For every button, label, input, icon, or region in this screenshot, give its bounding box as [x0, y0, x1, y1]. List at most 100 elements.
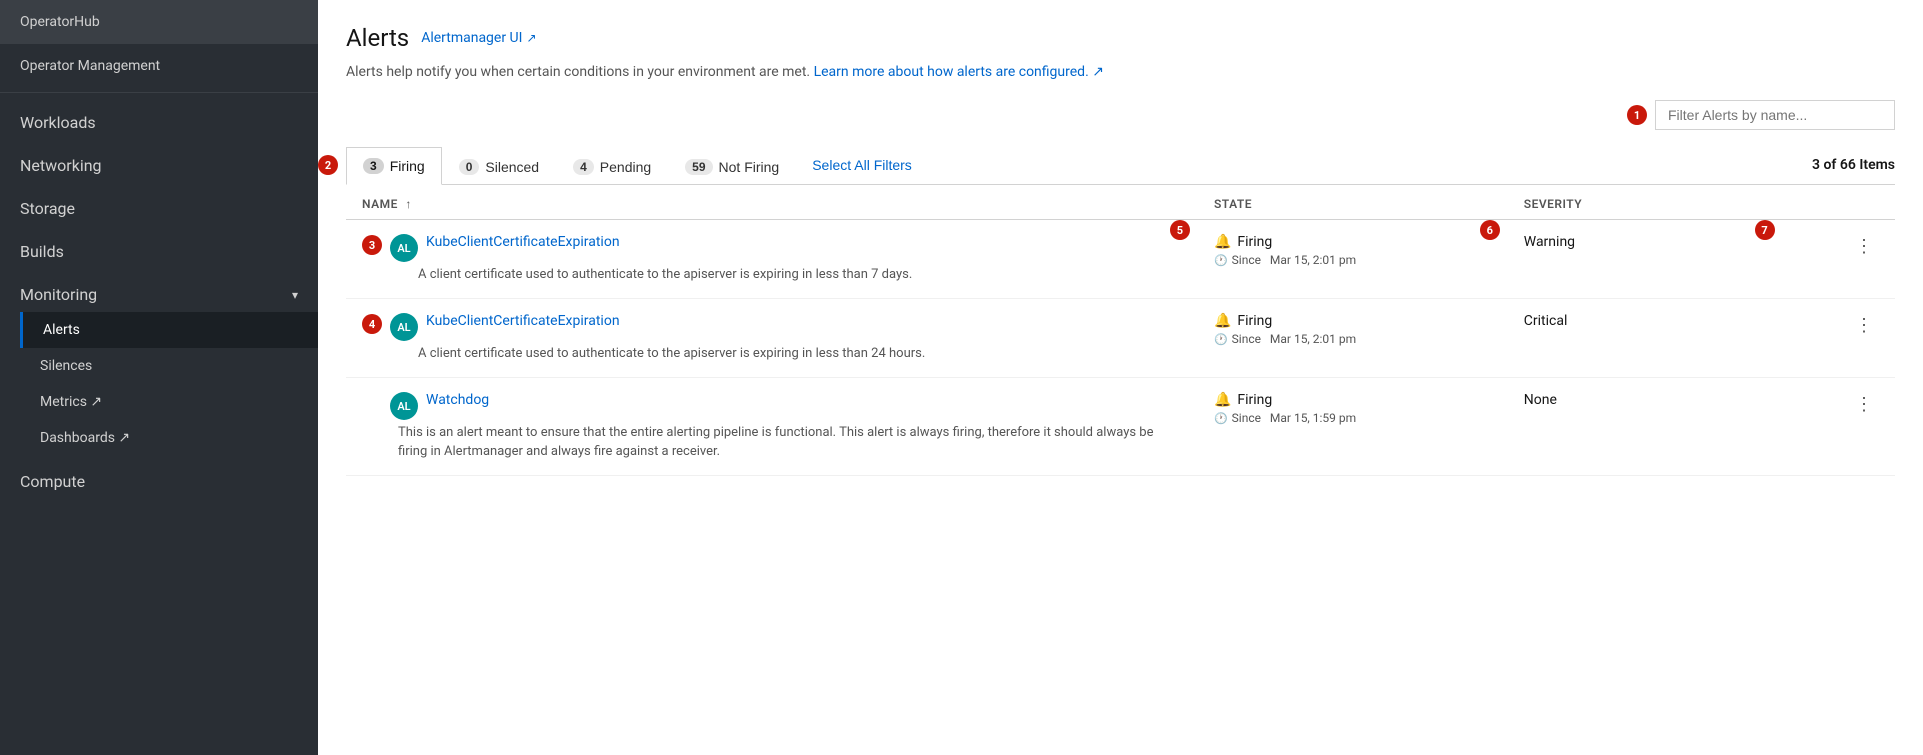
action-badge-0: 7: [1755, 220, 1775, 240]
sidebar-item-operatorhub[interactable]: OperatorHub: [0, 0, 318, 44]
since-text: Since Mar 15, 1:59 pm: [1232, 411, 1357, 425]
page-title: Alerts: [346, 24, 409, 52]
alert-row-header: 3 AL KubeClientCertificateExpiration: [362, 234, 1182, 262]
alert-description: A client certificate used to authenticat…: [362, 266, 1182, 284]
state-badge-0: 5: [1170, 220, 1190, 240]
state-since: 🕐 Since Mar 15, 2:01 pm: [1214, 332, 1492, 346]
bell-icon: 🔔: [1214, 313, 1231, 329]
page-header: Alerts Alertmanager UI ↗: [346, 24, 1895, 52]
sidebar-section-label: Workloads: [20, 113, 96, 132]
tab-silenced-label: Silenced: [485, 159, 539, 175]
sidebar-item-silences[interactable]: Silences: [20, 348, 318, 384]
tab-pending-label: Pending: [600, 159, 651, 175]
tabs-row: 2 3 Firing 0 Silenced 4 Pending 59 Not F…: [346, 146, 1895, 185]
description-link-text: Learn more about how alerts are configur…: [814, 64, 1089, 80]
state-badge-label: 🔔 Firing: [1214, 313, 1492, 329]
description-link[interactable]: Learn more about how alerts are configur…: [814, 64, 1104, 80]
main-content: Alerts Alertmanager UI ↗ Alerts help not…: [318, 0, 1923, 755]
kebab-menu-button[interactable]: ⋮: [1849, 313, 1879, 338]
alert-name-link[interactable]: Watchdog: [426, 392, 489, 408]
tab-firing[interactable]: 3 Firing: [346, 147, 442, 185]
sidebar-item-alerts[interactable]: Alerts: [20, 312, 318, 348]
alert-description: This is an alert meant to ensure that th…: [362, 424, 1182, 460]
alert-name-cell: AL Watchdog This is an alert meant to en…: [346, 378, 1198, 475]
kebab-menu-button[interactable]: ⋮: [1849, 234, 1879, 259]
sidebar-divider: [0, 92, 318, 93]
sort-ascending-icon[interactable]: ↑: [405, 197, 412, 211]
severity-text: Warning: [1524, 234, 1575, 250]
alert-severity-cell: None: [1508, 378, 1787, 475]
alert-row-header: 4 AL KubeClientCertificateExpiration: [362, 313, 1182, 341]
tab-firing-label: Firing: [390, 158, 425, 174]
filter-badge: 1: [1627, 105, 1647, 125]
tab-not-firing[interactable]: 59 Not Firing: [668, 148, 796, 185]
state-since: 🕐 Since Mar 15, 1:59 pm: [1214, 411, 1492, 425]
content-area: Alerts Alertmanager UI ↗ Alerts help not…: [318, 0, 1923, 755]
since-text: Since Mar 15, 2:01 pm: [1232, 332, 1357, 346]
tab-pending-count: 4: [573, 159, 594, 175]
sidebar-section-builds[interactable]: Builds: [0, 226, 318, 269]
clock-icon: 🕐: [1214, 333, 1228, 346]
alert-avatar: AL: [390, 392, 418, 420]
state-since: 🕐 Since Mar 15, 2:01 pm: [1214, 253, 1492, 267]
search-input[interactable]: [1655, 100, 1895, 130]
clock-icon: 🕐: [1214, 254, 1228, 267]
alert-row-header: AL Watchdog: [362, 392, 1182, 420]
bell-icon: 🔔: [1214, 392, 1231, 408]
alert-avatar: AL: [390, 313, 418, 341]
alert-name-cell: 3 AL KubeClientCertificateExpiration A c…: [346, 220, 1198, 299]
alertmanager-ui-link-text: Alertmanager UI: [421, 30, 522, 46]
sidebar-section-workloads[interactable]: Workloads: [0, 97, 318, 140]
alert-description: A client certificate used to authenticat…: [362, 345, 1182, 363]
sidebar-section-label: Storage: [20, 199, 75, 218]
tab-pending[interactable]: 4 Pending: [556, 148, 668, 185]
table-row: 3 AL KubeClientCertificateExpiration A c…: [346, 220, 1895, 299]
col-name: NAME ↑: [346, 185, 1198, 220]
alert-severity-cell: 6 Warning: [1508, 220, 1787, 299]
sidebar-item-operator-management[interactable]: Operator Management: [0, 44, 318, 88]
alert-name-link[interactable]: KubeClientCertificateExpiration: [426, 234, 620, 250]
chevron-down-icon: ▾: [292, 288, 298, 302]
items-count: 3 of 66 Items: [1812, 147, 1895, 183]
sidebar-section-compute[interactable]: Compute: [0, 456, 318, 499]
severity-badge-0: 6: [1480, 220, 1500, 240]
alert-actions-cell: ⋮: [1787, 378, 1895, 475]
alert-state-cell: 5 🔔 Firing 🕐 Since Mar 15, 2:01 pm: [1198, 220, 1508, 299]
alert-name-cell: 4 AL KubeClientCertificateExpiration A c…: [346, 299, 1198, 378]
kebab-menu-button[interactable]: ⋮: [1849, 392, 1879, 417]
alert-actions-cell: ⋮: [1787, 299, 1895, 378]
sidebar-item-dashboards[interactable]: Dashboards ↗: [20, 420, 318, 456]
col-name-label: NAME: [362, 197, 398, 211]
alert-state-cell: 🔔 Firing 🕐 Since Mar 15, 1:59 pm: [1198, 378, 1508, 475]
alert-avatar: AL: [390, 234, 418, 262]
external-link-icon: ↗: [526, 31, 536, 45]
sidebar-section-storage[interactable]: Storage: [0, 183, 318, 226]
sidebar-section-label: Networking: [20, 156, 102, 175]
tab-not-firing-label: Not Firing: [719, 159, 780, 175]
alert-name-link[interactable]: KubeClientCertificateExpiration: [426, 313, 620, 329]
sidebar-section-networking[interactable]: Networking: [0, 140, 318, 183]
clock-icon: 🕐: [1214, 412, 1228, 425]
filter-input-wrapper: 1: [1655, 100, 1895, 130]
tabs-row-badge: 2: [318, 155, 338, 175]
alertmanager-ui-link[interactable]: Alertmanager UI ↗: [421, 30, 536, 46]
sidebar-monitoring-sub: Alerts Silences Metrics ↗ Dashboards ↗: [0, 312, 318, 456]
severity-text: None: [1524, 392, 1557, 408]
state-text: Firing: [1237, 313, 1272, 329]
state-badge-label: 🔔 Firing: [1214, 392, 1492, 408]
row-badge-0: 3: [362, 235, 382, 255]
sidebar-section-monitoring[interactable]: Monitoring ▾: [0, 269, 318, 312]
row-badge-1: 4: [362, 314, 382, 334]
since-text: Since Mar 15, 2:01 pm: [1232, 253, 1357, 267]
tab-firing-count: 3: [363, 158, 384, 174]
table-row: 4 AL KubeClientCertificateExpiration A c…: [346, 299, 1895, 378]
select-all-filters-button[interactable]: Select All Filters: [796, 147, 928, 183]
description-prefix: Alerts help notify you when certain cond…: [346, 64, 810, 80]
tab-silenced[interactable]: 0 Silenced: [442, 148, 556, 185]
description-external-icon: ↗: [1092, 64, 1104, 80]
page-description: Alerts help notify you when certain cond…: [346, 64, 1895, 80]
sidebar-section-label: Compute: [20, 472, 85, 491]
sidebar-item-metrics[interactable]: Metrics ↗: [20, 384, 318, 420]
sidebar-section-label: Builds: [20, 242, 64, 261]
filter-bar: 1: [346, 100, 1895, 130]
